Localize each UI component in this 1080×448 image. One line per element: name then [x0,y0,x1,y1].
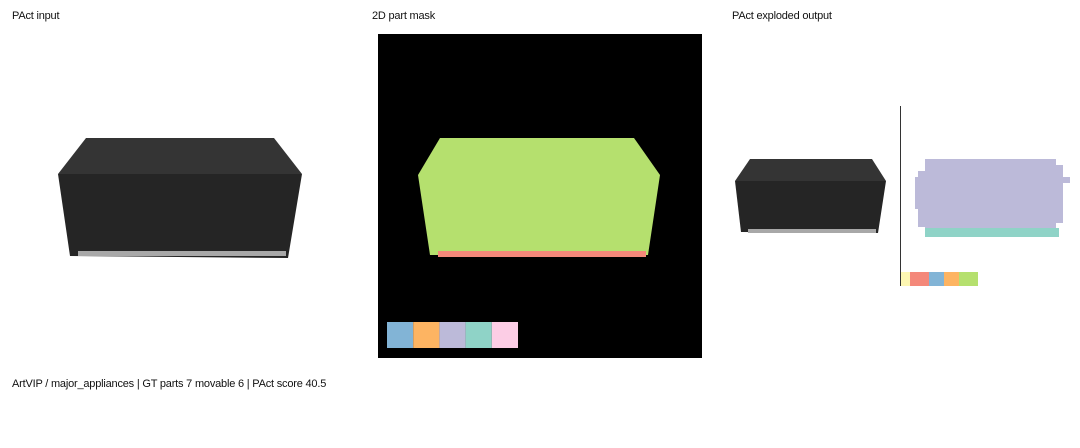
mask-body-part [418,138,660,255]
exploded-legend-swatch [959,272,978,286]
exploded-appliance-top [735,159,886,181]
part-mask-canvas [387,138,660,348]
appliance-render [58,138,302,258]
input-panel-title: PAct input [12,10,60,22]
exploded-ghost-part [915,159,1070,233]
exploded-color-legend [901,272,978,286]
exploded-legend-swatch [910,272,929,286]
appliance-bottom-strip [78,251,286,256]
exploded-panel-title: PAct exploded output [732,10,832,22]
exploded-ghost-base [925,228,1059,237]
part-mask-image [378,34,702,358]
exploded-legend-swatch [901,272,910,286]
mask-color-legend [387,322,518,348]
footer-caption: ArtVIP / major_appliances | GT parts 7 m… [12,378,327,390]
exploded-appliance-strip [748,229,876,233]
input-render [12,34,348,358]
exploded-output-render [732,34,1072,358]
mask-legend-swatch [387,322,414,348]
mask-legend-swatch [491,322,518,348]
mask-legend-swatch [413,322,440,348]
exploded-legend-swatch [944,272,959,286]
appliance-front-face [58,174,302,258]
mask-panel-title: 2D part mask [372,10,436,22]
exploded-appliance-front [735,181,886,233]
mask-strip-part [438,251,646,257]
mask-legend-swatch [439,322,466,348]
exploded-legend-swatch [929,272,944,286]
exploded-canvas [735,106,1070,286]
mask-legend-swatch [465,322,492,348]
appliance-top-face [58,138,302,174]
